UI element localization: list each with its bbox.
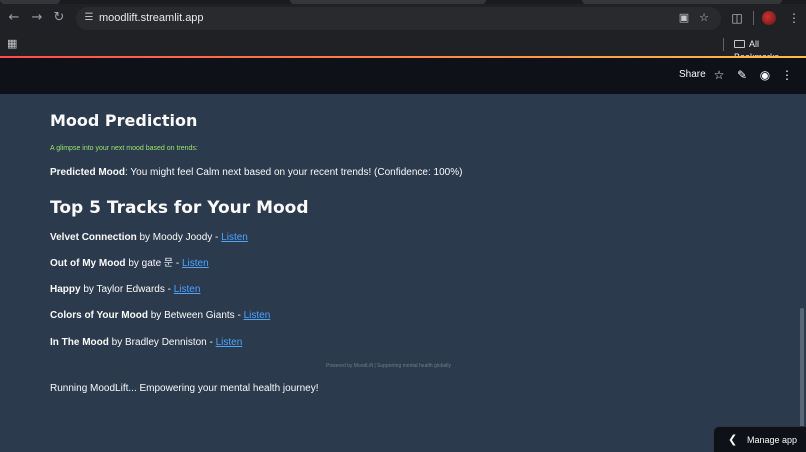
listen-link[interactable]: Listen: [221, 232, 248, 243]
track-title: Colors of Your Mood: [50, 310, 148, 321]
track-artist: by Between Giants -: [147, 310, 244, 321]
top-tracks-heading: Top 5 Tracks for Your Mood: [50, 198, 309, 218]
kebab-menu-icon[interactable]: ⋮: [779, 67, 795, 83]
predicted-mood-text: Predicted Mood: You might feel Calm next…: [50, 166, 462, 179]
listen-link[interactable]: Listen: [244, 310, 271, 321]
tab[interactable]: [582, 0, 782, 4]
tune-icon[interactable]: ☰: [82, 11, 96, 25]
reload-button[interactable]: ↻: [51, 10, 67, 26]
track-title: In The Mood: [50, 337, 109, 348]
main-content: Mood Prediction A glimpse into your next…: [0, 94, 806, 452]
divider: [753, 11, 754, 25]
address-bar[interactable]: ☰ moodlift.streamlit.app ▣ ☆: [76, 7, 721, 30]
track-artist: by Taylor Edwards -: [80, 284, 174, 295]
list-item: In The Mood by Bradley Denniston - Liste…: [50, 336, 242, 349]
arrow-left-icon: ←: [8, 10, 20, 25]
url-text[interactable]: moodlift.streamlit.app: [99, 11, 204, 25]
footer-note: Powered by MoodLift | Supporting mental …: [326, 363, 451, 369]
github-icon[interactable]: ◉: [757, 67, 773, 83]
track-artist: by Bradley Denniston -: [108, 337, 216, 348]
divider: [723, 38, 724, 51]
avatar[interactable]: [762, 11, 776, 25]
app-header: Share ☆ ✎ ◉ ⋮: [0, 58, 806, 94]
predicted-mood-value: : You might feel Calm next based on your…: [125, 167, 463, 178]
prediction-caption: A glimpse into your next mood based on t…: [50, 145, 198, 152]
mood-prediction-heading: Mood Prediction: [50, 111, 198, 130]
browser-toolbar: ← → ↻ ☰ moodlift.streamlit.app ▣ ☆ ◫ ⋮: [0, 0, 806, 35]
scrollbar[interactable]: [800, 308, 804, 428]
running-status-text: Running MoodLift... Empowering your ment…: [50, 383, 319, 394]
track-title: Happy: [50, 284, 81, 295]
tab[interactable]: [0, 0, 60, 4]
listen-link[interactable]: Listen: [174, 284, 201, 295]
extensions-button[interactable]: ◫: [729, 10, 745, 26]
manage-app-button[interactable]: ❮ Manage app: [713, 426, 806, 452]
chevron-left-icon: ❮: [728, 433, 738, 446]
pencil-icon[interactable]: ✎: [734, 67, 750, 83]
manage-app-label: Manage app: [747, 435, 798, 445]
puzzle-icon: ◫: [731, 11, 743, 25]
star-icon[interactable]: ☆: [697, 11, 711, 25]
reload-icon: ↻: [53, 10, 65, 25]
forward-button[interactable]: →: [29, 10, 45, 26]
track-title: Out of My Mood: [50, 258, 126, 269]
list-item: Velvet Connection by Moody Joody - Liste…: [50, 231, 248, 244]
kebab-menu-icon: ⋮: [788, 11, 800, 25]
apps-grid-icon[interactable]: ▦: [7, 38, 19, 50]
browser-menu-button[interactable]: ⋮: [786, 10, 802, 26]
list-item: Colors of Your Mood by Between Giants - …: [50, 309, 270, 322]
folder-icon: [734, 40, 745, 48]
track-artist: by gate 문 -: [125, 258, 182, 269]
bookmarks-bar: ▦ All Bookmarks: [0, 35, 806, 62]
tab-strip: [0, 0, 806, 4]
track-artist: by Moody Joody -: [136, 232, 222, 243]
listen-link[interactable]: Listen: [182, 258, 209, 269]
listen-link[interactable]: Listen: [216, 337, 243, 348]
back-button[interactable]: ←: [6, 10, 22, 26]
list-item: Happy by Taylor Edwards - Listen: [50, 283, 200, 296]
track-title: Velvet Connection: [50, 232, 137, 243]
star-icon[interactable]: ☆: [711, 67, 727, 83]
arrow-right-icon: →: [31, 10, 43, 25]
list-item: Out of My Mood by gate 문 - Listen: [50, 257, 209, 270]
tab[interactable]: [290, 0, 486, 4]
install-app-icon[interactable]: ▣: [677, 11, 691, 25]
predicted-mood-label: Predicted Mood: [50, 167, 126, 178]
share-button[interactable]: Share: [679, 68, 706, 82]
